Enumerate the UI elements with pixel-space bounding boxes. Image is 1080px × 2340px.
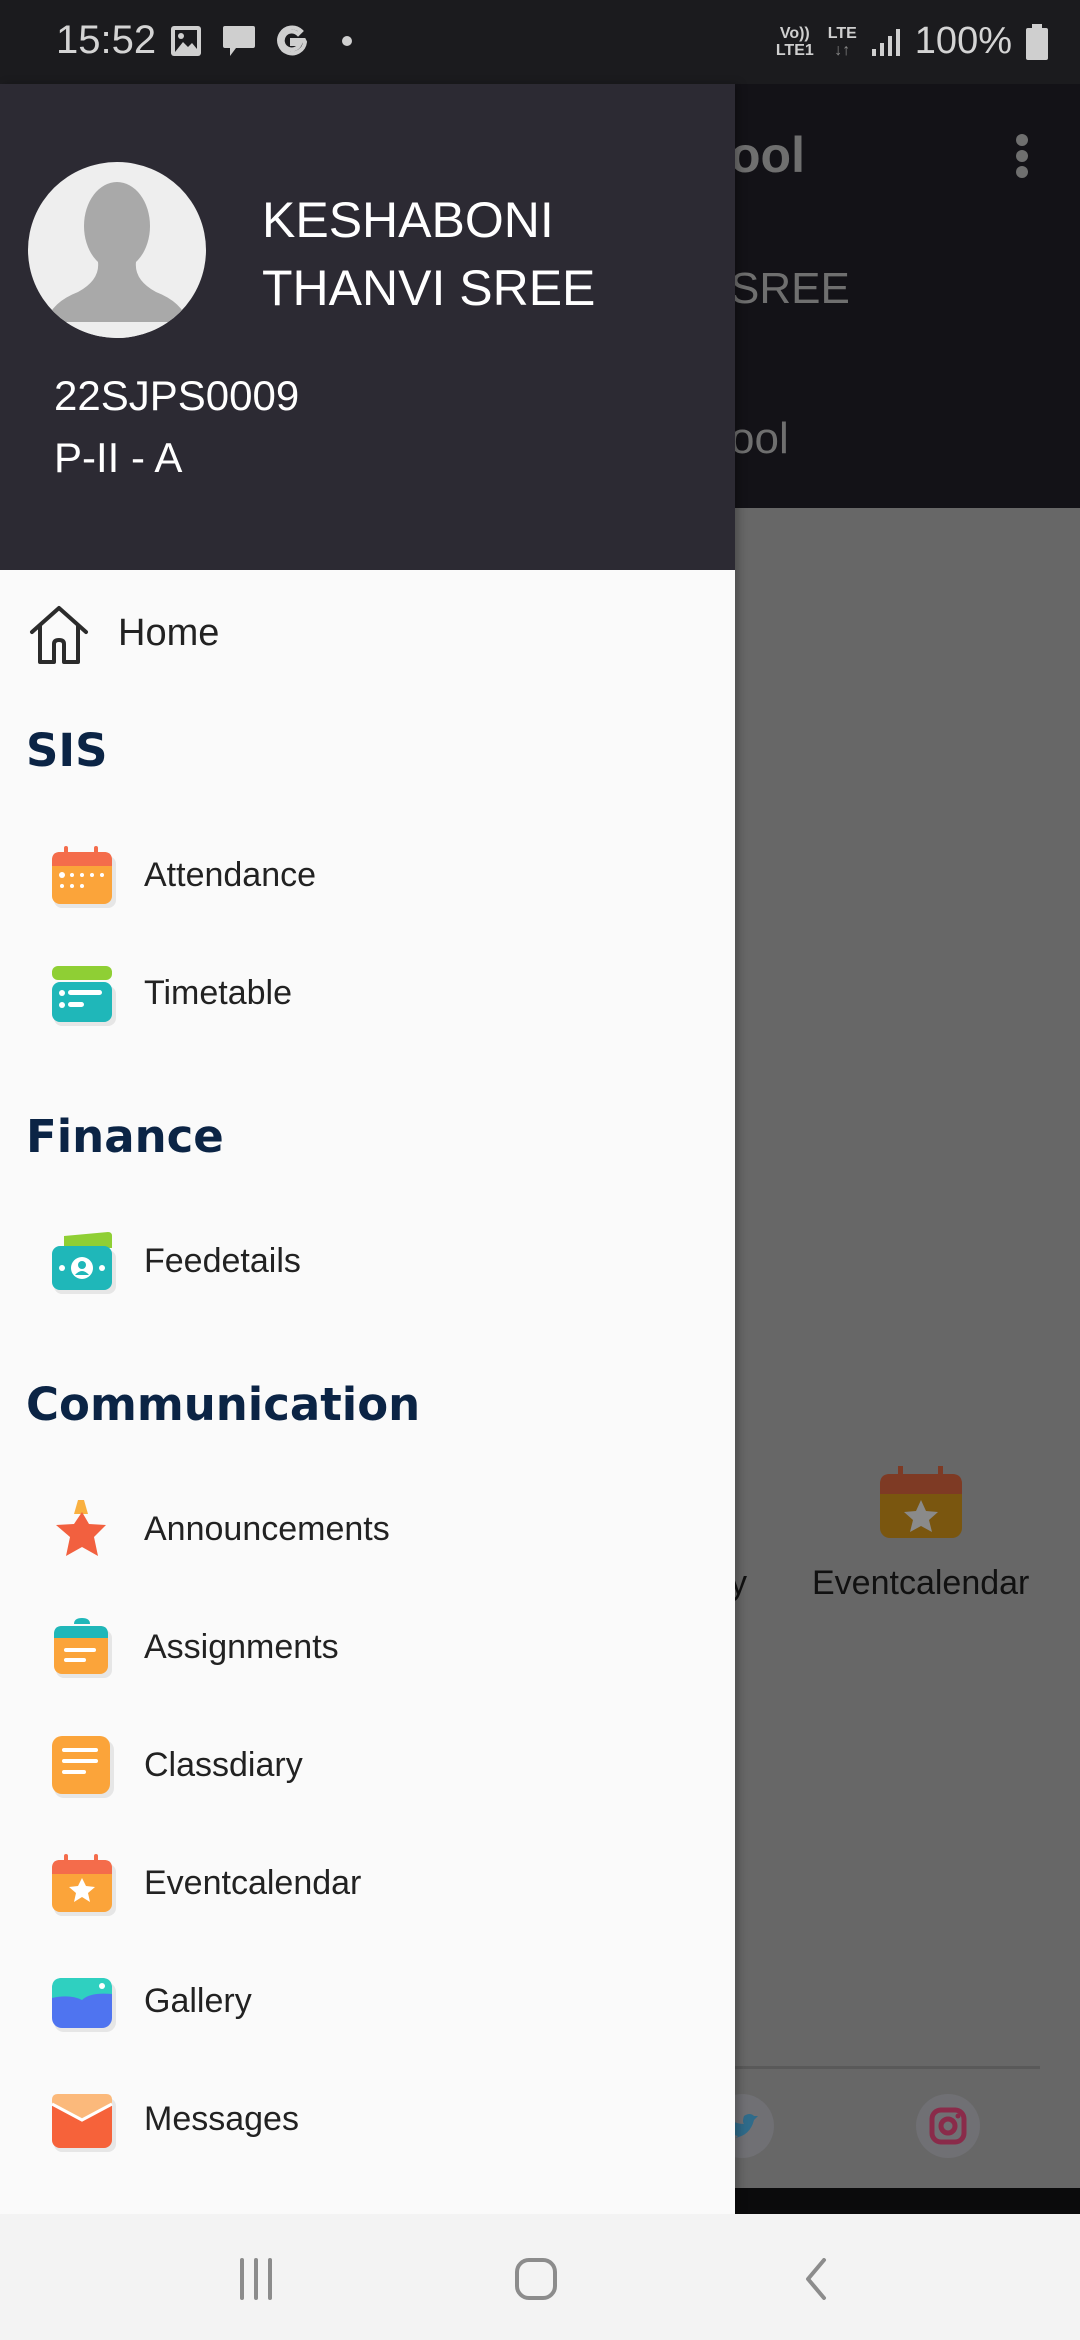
drawer-item-feedetails[interactable]: Feedetails <box>0 1210 735 1314</box>
dot-icon <box>342 36 352 46</box>
envelope-icon <box>51 2094 116 2152</box>
battery-percent: 100% <box>914 20 1012 62</box>
gallery-icon <box>52 1978 116 2032</box>
signal-icon <box>871 28 900 56</box>
menu-label: Attendance <box>144 856 317 894</box>
more-options-icon[interactable] <box>1012 134 1032 184</box>
section-title-finance: Finance <box>26 1110 224 1163</box>
recents-icon <box>240 2258 272 2300</box>
avatar[interactable] <box>28 162 206 338</box>
background-event-calendar-icon <box>880 1466 962 1538</box>
instagram-icon[interactable] <box>916 2094 980 2158</box>
image-icon <box>171 26 201 56</box>
message-icon <box>223 26 255 56</box>
timetable-icon <box>52 966 116 1026</box>
default-user-icon <box>28 182 206 338</box>
status-bar: 15:52 Vo)) LTE1 LTE ↓↑ 100% <box>0 0 1080 84</box>
google-icon <box>277 25 308 56</box>
menu-label: Classdiary <box>144 1746 303 1784</box>
home-icon <box>30 606 88 664</box>
background-tile-label: Eventcalendar <box>812 1564 1030 1602</box>
divider <box>730 2066 1040 2069</box>
drawer-item-announcements[interactable]: Announcements <box>0 1478 735 1582</box>
drawer-item-assignments[interactable]: Assignments <box>0 1596 735 1700</box>
event-calendar-icon <box>52 1854 116 1916</box>
background-school-name: ool <box>730 414 789 463</box>
menu-label: Feedetails <box>144 1242 301 1280</box>
back-button[interactable] <box>776 2244 856 2314</box>
user-name: KESHABONI THANVI SREE <box>262 192 596 316</box>
section-title-communication: Communication <box>26 1378 421 1431</box>
drawer-item-timetable[interactable]: Timetable <box>0 942 735 1046</box>
classdiary-note-icon <box>52 1736 114 1798</box>
assignment-clipboard-icon <box>54 1618 112 1678</box>
lte-indicator: LTE ↓↑ <box>827 24 857 59</box>
back-chevron-icon <box>806 2258 826 2300</box>
drawer-item-home[interactable]: Home <box>0 584 735 684</box>
drawer-item-attendance[interactable]: Attendance <box>0 824 735 928</box>
drawer-item-classdiary[interactable]: Classdiary <box>0 1714 735 1818</box>
fee-money-icon <box>52 1232 116 1294</box>
attendance-calendar-icon <box>52 846 116 908</box>
background-subtitle: SREE <box>730 264 850 313</box>
drawer-item-messages[interactable]: Messages <box>0 2068 735 2172</box>
drawer-header: KESHABONI THANVI SREE 22SJPS0009 P-II - … <box>0 84 735 570</box>
drawer-item-eventcalendar[interactable]: Eventcalendar <box>0 1832 735 1936</box>
home-circle-icon <box>515 2258 557 2300</box>
home-label: Home <box>118 612 220 654</box>
user-admission-id: 22SJPS0009 <box>54 372 300 419</box>
recents-button[interactable] <box>216 2244 296 2314</box>
menu-label: Announcements <box>144 1510 390 1548</box>
battery-icon <box>1026 23 1048 60</box>
home-button[interactable] <box>496 2244 576 2314</box>
user-class-section: P-II - A <box>54 434 183 481</box>
drawer-item-gallery[interactable]: Gallery <box>0 1950 735 2054</box>
menu-label: Gallery <box>144 1982 252 2020</box>
section-title-sis: SIS <box>26 724 108 777</box>
clock: 15:52 <box>56 18 157 62</box>
menu-label: Assignments <box>144 1628 339 1666</box>
navigation-drawer: KESHABONI THANVI SREE 22SJPS0009 P-II - … <box>0 84 735 2214</box>
menu-label: Messages <box>144 2100 299 2138</box>
volte-indicator: Vo)) LTE1 <box>775 24 814 59</box>
menu-label: Timetable <box>144 974 293 1012</box>
announcement-star-icon <box>56 1500 106 1556</box>
background-title: ool <box>730 127 805 183</box>
system-navigation-bar <box>0 2214 1080 2340</box>
menu-label: Eventcalendar <box>144 1864 362 1902</box>
